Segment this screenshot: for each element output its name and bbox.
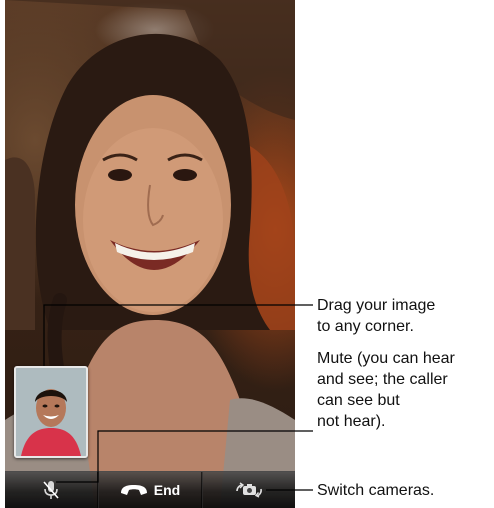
microphone-mute-icon [43,481,59,499]
callout-line-3: can see but [317,392,400,409]
callout-line-1: Drag your image [317,297,436,314]
callout-line-4: not hear). [317,413,386,430]
drag-image-callout: Drag your image to any corner. [317,295,435,337]
callout-line-1: Switch cameras. [317,482,435,499]
end-call-label: End [153,482,181,498]
switch-cameras-callout: Switch cameras. [317,480,434,501]
mute-button[interactable] [5,472,97,508]
callout-line-2: and see; the caller [317,371,448,388]
callout-line-2: to any corner. [317,318,414,335]
facetime-screen: End [5,0,295,508]
call-toolbar: End [5,471,295,508]
mute-callout: Mute (you can hear and see; the caller c… [317,348,455,432]
end-call-button[interactable]: End [99,472,201,508]
callout-line-1: Mute (you can hear [317,350,455,367]
self-view-thumbnail[interactable] [14,366,88,458]
self-view-video [16,368,86,456]
camera-switch-icon [236,482,262,498]
switch-camera-button[interactable] [203,472,295,508]
phone-handset-icon [120,485,147,495]
